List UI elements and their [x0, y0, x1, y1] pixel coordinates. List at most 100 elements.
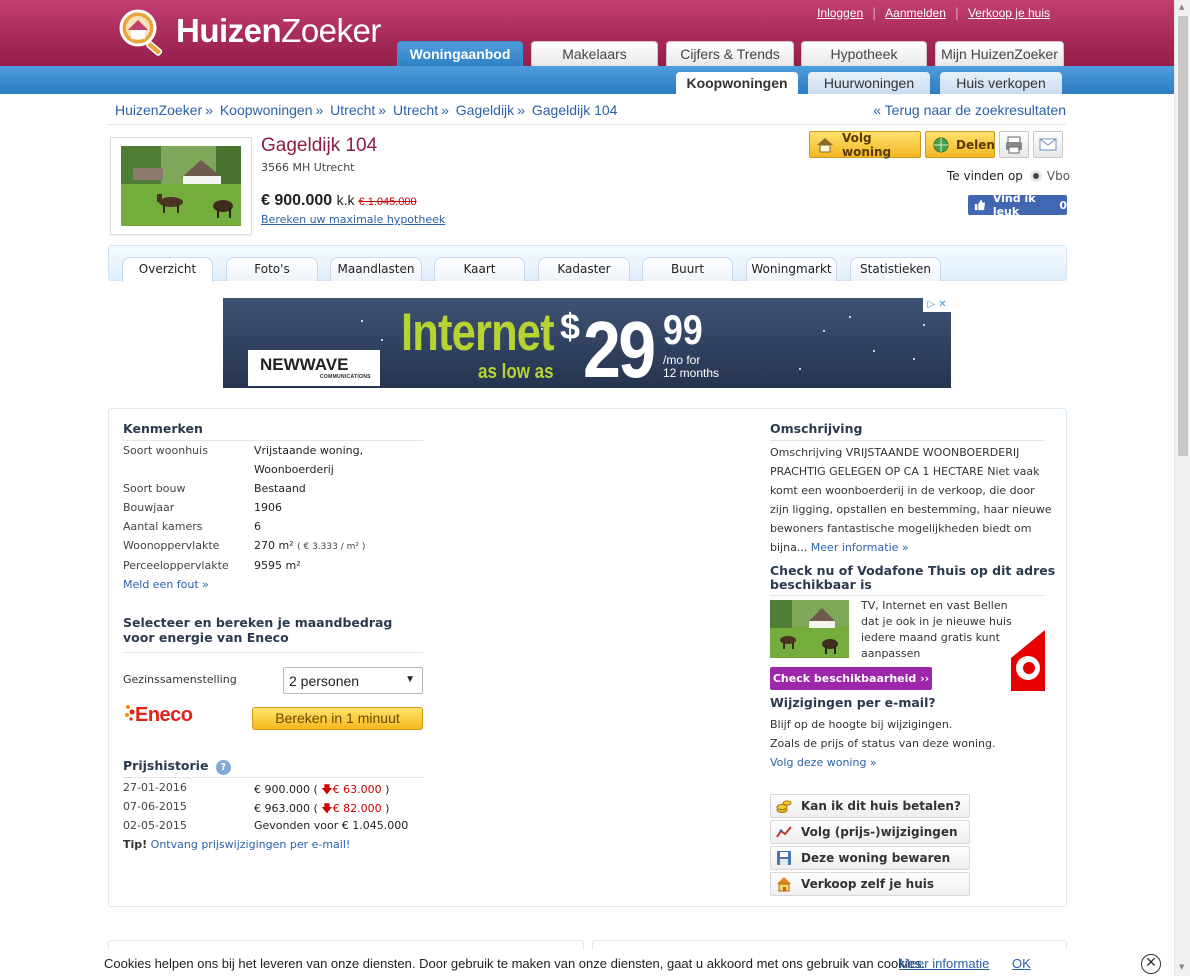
ad-headline: Internet — [401, 303, 555, 362]
price-per-m2: ( € 3.333 / m² ) — [297, 542, 366, 552]
tab-mijn-huizenzoeker[interactable]: Mijn HuizenZoeker — [935, 41, 1064, 66]
follow-property-label: Volg woning — [842, 130, 892, 159]
report-error-link[interactable]: Meld een fout » — [123, 578, 209, 591]
calculate-mortgage-link[interactable]: Bereken uw maximale hypotheek — [261, 213, 445, 226]
history-change: € 63.000 — [332, 783, 382, 796]
history-price: Gevonden voor € 1.045.000 — [254, 819, 409, 832]
ad-choices-icon[interactable]: ▷ ✕ — [923, 298, 951, 312]
check-availability-button[interactable]: Check beschikbaarheid ›› — [770, 667, 932, 690]
magnifier-house-icon — [114, 6, 172, 56]
top-links: Inloggen | Aanmelden | Verkoop je huis — [817, 6, 1050, 20]
divider — [123, 440, 423, 441]
kenmerken-heading: Kenmerken — [123, 421, 203, 436]
email-button[interactable] — [1033, 131, 1063, 158]
house-icon — [775, 875, 793, 893]
house-icon — [816, 137, 834, 153]
price-down-icon: 🡇 — [321, 783, 333, 796]
history-change: € 82.000 — [332, 802, 382, 815]
tab-statistieken[interactable]: Statistieken — [850, 257, 941, 281]
cookie-more-info-link[interactable]: Meer informatie — [899, 956, 989, 971]
facebook-like-count: 0 — [1059, 198, 1067, 212]
tab-cijfers-trends[interactable]: Cijfers & Trends — [666, 41, 794, 66]
feature-label: Bouwjaar — [123, 501, 175, 514]
printer-icon — [1006, 136, 1022, 154]
close-icon[interactable]: ✕ — [1141, 954, 1161, 974]
breadcrumb-separator: » — [441, 102, 449, 118]
star-decoration — [913, 358, 915, 360]
vodafone-property-photo — [770, 600, 849, 658]
current-price: € 900.000 — [261, 192, 333, 209]
divider — [770, 440, 1045, 441]
vodafone-logo — [1011, 630, 1045, 691]
tab-kadaster[interactable]: Kadaster — [538, 257, 630, 281]
share-button[interactable]: Delen — [925, 131, 995, 158]
star-decoration — [849, 316, 851, 318]
scrollbar-thumb[interactable] — [1178, 16, 1188, 456]
find-on-label: Te vinden op — [947, 169, 1023, 183]
ad-price-terms: /mo for 12 months — [663, 353, 720, 380]
subtab-huis-verkopen[interactable]: Huis verkopen — [940, 72, 1062, 94]
calculate-energy-button[interactable]: Bereken in 1 minuut — [252, 707, 423, 730]
save-property-button[interactable]: Deze woning bewaren — [770, 846, 970, 870]
cookie-ok-link[interactable]: OK — [1012, 956, 1031, 971]
subtab-huurwoningen[interactable]: Huurwoningen — [808, 72, 930, 94]
breadcrumb-item[interactable]: HuizenZoeker — [115, 102, 202, 118]
register-link[interactable]: Aanmelden — [885, 6, 946, 20]
vbo-source[interactable]: Vbo — [1029, 169, 1070, 183]
tab-hypotheek[interactable]: Hypotheek — [801, 41, 927, 66]
scroll-down-icon[interactable]: ▼ — [1179, 963, 1184, 971]
subtab-koopwoningen[interactable]: Koopwoningen — [676, 72, 798, 94]
site-logo[interactable]: HuizenZoeker — [114, 6, 381, 56]
tab-maandlasten[interactable]: Maandlasten — [330, 257, 422, 281]
thumbs-up-icon — [974, 199, 985, 211]
scroll-up-icon[interactable]: ▲ — [1179, 3, 1184, 11]
breadcrumb-item[interactable]: Gageldijk 104 — [532, 102, 618, 118]
household-selected-value: 2 personen — [289, 673, 360, 689]
sell-yourself-button[interactable]: Verkoop zelf je huis — [770, 872, 970, 896]
household-label: Gezinssamenstelling — [123, 673, 237, 686]
price-tip: Tip! Ontvang prijswijzigingen per e-mail… — [123, 838, 350, 851]
description-heading: Omschrijving — [770, 421, 863, 436]
history-date: 27-01-2016 — [123, 781, 187, 794]
breadcrumb-item[interactable]: Gageldijk — [456, 102, 514, 118]
breadcrumb-item[interactable]: Utrecht — [330, 102, 375, 118]
tab-kaart[interactable]: Kaart — [434, 257, 525, 281]
price-history-heading: Prijshistorie ? — [123, 758, 231, 775]
tab-makelaars[interactable]: Makelaars — [531, 41, 658, 66]
tab-buurt[interactable]: Buurt — [642, 257, 733, 281]
history-price: € 963.000 ( 🡇€ 82.000 ) — [254, 802, 390, 815]
back-to-results-link[interactable]: « Terug naar de zoekresultaten — [873, 102, 1066, 118]
facebook-like-label: Vind ik leuk — [992, 192, 1036, 218]
price-suffix: k.k — [336, 192, 355, 208]
property-thumbnail[interactable] — [110, 137, 252, 235]
login-link[interactable]: Inloggen — [817, 6, 863, 20]
price-alert-link[interactable]: Ontvang prijswijzigingen per e-mail! — [151, 838, 351, 851]
page-scrollbar[interactable]: ▲ ▼ — [1174, 0, 1190, 976]
property-title: Gageldijk 104 — [261, 135, 378, 156]
site-logo-text: HuizenZoeker — [176, 12, 381, 49]
email-alert-line: Blijf op de hoogte bij wijzigingen. — [770, 718, 953, 731]
print-button[interactable] — [999, 131, 1029, 158]
tab-fotos[interactable]: Foto's — [226, 257, 318, 281]
feature-value: Woonboerderij — [254, 463, 334, 476]
star-decoration — [873, 350, 875, 352]
affordability-button[interactable]: Kan ik dit huis betalen? — [770, 794, 970, 818]
divider — [123, 652, 423, 653]
read-more-link[interactable]: Meer informatie » — [811, 541, 909, 554]
household-select[interactable]: 2 personen ▼ — [283, 667, 423, 694]
follow-property-button[interactable]: Volg woning — [809, 130, 921, 159]
breadcrumb-item[interactable]: Utrecht — [393, 102, 438, 118]
facebook-like-button[interactable]: Vind ik leuk 0 — [968, 192, 1067, 218]
envelope-icon — [1039, 138, 1057, 151]
old-price: € 1.045.000 — [358, 196, 417, 208]
advertisement-banner[interactable]: NEWWAVE COMMUNICATIONS Internet as low a… — [223, 298, 951, 388]
tab-woningaanbod[interactable]: Woningaanbod — [397, 41, 523, 67]
help-icon[interactable]: ? — [215, 760, 231, 775]
vodafone-text: TV, Internet en vast Bellen dat je ook i… — [861, 599, 1012, 660]
follow-this-property-link[interactable]: Volg deze woning » — [770, 756, 877, 769]
breadcrumb-item[interactable]: Koopwoningen — [220, 102, 313, 118]
tab-overzicht[interactable]: Overzicht — [122, 257, 213, 282]
sell-house-link[interactable]: Verkoop je huis — [968, 6, 1050, 20]
tab-woningmarkt[interactable]: Woningmarkt — [746, 257, 837, 281]
follow-changes-button[interactable]: Volg (prijs-)wijzigingen — [770, 820, 970, 844]
